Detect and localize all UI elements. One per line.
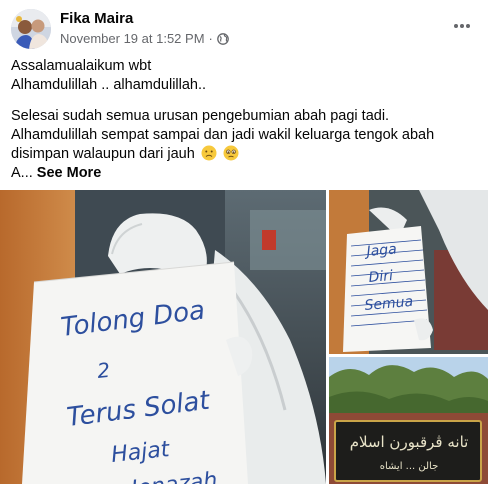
photo-top-right[interactable]: Jaga Diri Semua [329,190,488,354]
greeting-paragraph: Assalamualaikum wbt Alhamdulillah .. alh… [11,57,481,95]
body-line-2: Alhamdulillah sempat sampai dan jadi wak… [11,127,435,143]
body-line-3: disimpan walaupun dari jauh [11,145,481,164]
sign-line-2: جالن ... ايشاه [380,461,439,472]
right-note-line-1: Jaga [363,241,397,260]
see-more-link[interactable]: See More [37,165,101,181]
post-meta: November 19 at 1:52 PM · [60,31,229,47]
main-note-line-2: 2 [96,358,111,383]
meta-separator: · [208,31,213,46]
photo-bottom-right[interactable]: تانه ڤرقبورن اسلام جالن ... ايشاه [329,357,488,484]
sign-line-1: تانه ڤرقبورن اسلام [350,433,469,451]
truncated-text: A... [11,165,33,181]
post-header: Fika Maira November 19 at 1:52 PM · [0,0,488,52]
photo-main[interactable]: Tolong Doa 2 Terus Solat Hajat Jenazah [0,190,326,484]
ellipsis-icon[interactable] [450,14,474,38]
sad-face-emoji-icon [201,145,217,161]
greeting-line-2: Alhamdulillah .. alhamdulillah.. [11,77,207,93]
post-timestamp[interactable]: November 19 at 1:52 PM [60,31,205,47]
body-line-4: A... See More [11,164,481,183]
body-line-3-text: disimpan walaupun dari jauh [11,146,195,162]
facebook-post: Fika Maira November 19 at 1:52 PM · Assa… [0,0,488,484]
greeting-line-1: Assalamualaikum wbt [11,58,152,74]
body-paragraph: Selesai sudah semua urusan pengebumian a… [11,107,481,183]
post-text: Assalamualaikum wbt Alhamdulillah .. alh… [11,57,481,183]
author-name[interactable]: Fika Maira [60,10,133,28]
right-note-line-2: Diri [368,268,394,286]
globe-icon[interactable] [217,33,229,45]
post-media-grid: Tolong Doa 2 Terus Solat Hajat Jenazah [0,190,488,484]
body-line-1: Selesai sudah semua urusan pengebumian a… [11,108,390,124]
author-avatar[interactable] [11,9,51,49]
crying-face-emoji-icon [223,145,239,161]
